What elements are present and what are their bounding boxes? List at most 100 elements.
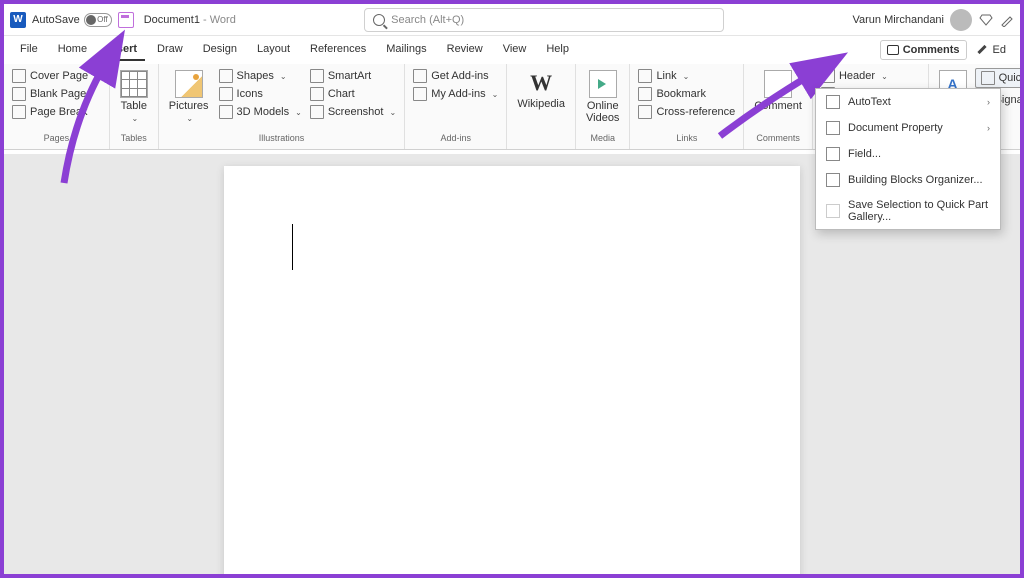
field-icon bbox=[826, 147, 840, 161]
tab-home[interactable]: Home bbox=[50, 39, 95, 61]
group-pages: Cover Page⌄ Blank Page Page Break Pages bbox=[4, 64, 110, 149]
tab-draw[interactable]: Draw bbox=[149, 39, 191, 61]
addins-icon bbox=[413, 87, 427, 101]
smartart-button[interactable]: SmartArt bbox=[308, 68, 398, 84]
document-page[interactable] bbox=[224, 166, 800, 574]
title-bar: W AutoSave Off Document1 - Word Search (… bbox=[4, 4, 1020, 36]
header-icon bbox=[821, 69, 835, 83]
building-blocks-organizer-item[interactable]: Building Blocks Organizer... bbox=[816, 167, 1000, 193]
editing-button[interactable]: Ed bbox=[971, 40, 1012, 60]
video-icon bbox=[589, 70, 617, 98]
group-media: Online Videos Media bbox=[576, 64, 630, 149]
tab-insert[interactable]: Insert bbox=[99, 39, 145, 61]
group-label: Comments bbox=[756, 133, 800, 145]
docprop-icon bbox=[826, 121, 840, 135]
save-icon[interactable] bbox=[118, 12, 134, 28]
document-property-item[interactable]: Document Property› bbox=[816, 115, 1000, 141]
store-icon bbox=[413, 69, 427, 83]
group-wikipedia: W Wikipedia bbox=[507, 64, 576, 149]
wikipedia-icon: W bbox=[530, 70, 552, 96]
tab-mailings[interactable]: Mailings bbox=[378, 39, 434, 61]
avatar-icon bbox=[950, 9, 972, 31]
link-icon bbox=[638, 69, 652, 83]
document-title[interactable]: Document1 - Word bbox=[144, 14, 236, 26]
page-icon bbox=[12, 87, 26, 101]
group-addins: Get Add-ins My Add-ins⌄ Add-ins bbox=[405, 64, 507, 149]
tab-file[interactable]: File bbox=[12, 39, 46, 61]
screenshot-icon bbox=[310, 105, 324, 119]
group-label: Tables bbox=[121, 133, 147, 145]
autotext-icon bbox=[826, 95, 840, 109]
comment-icon bbox=[764, 70, 792, 98]
search-placeholder: Search (Alt+Q) bbox=[391, 14, 464, 26]
group-illustrations: Pictures⌄ Shapes⌄ Icons 3D Models⌄ Smart… bbox=[159, 64, 405, 149]
diamond-icon[interactable] bbox=[978, 12, 994, 28]
search-icon bbox=[373, 14, 385, 26]
quick-parts-dropdown: AutoText› Document Property› Field... Bu… bbox=[815, 88, 1001, 230]
comment-icon bbox=[887, 45, 899, 55]
link-button[interactable]: Link⌄ bbox=[636, 68, 737, 84]
cross-reference-button[interactable]: Cross-reference bbox=[636, 104, 737, 120]
save-gallery-icon bbox=[826, 204, 840, 218]
pencil-icon bbox=[977, 44, 989, 56]
field-item[interactable]: Field... bbox=[816, 141, 1000, 167]
tab-view[interactable]: View bbox=[495, 39, 535, 61]
picture-icon bbox=[175, 70, 203, 98]
toggle-knob bbox=[86, 15, 96, 25]
group-comments: Comment Comments bbox=[744, 64, 813, 149]
toggle-state: Off bbox=[97, 15, 108, 24]
icons-button[interactable]: Icons bbox=[217, 86, 304, 102]
quick-parts-button[interactable]: Quick Parts⌄ bbox=[975, 68, 1024, 88]
models-icon bbox=[219, 105, 233, 119]
group-label: Add-ins bbox=[440, 133, 471, 145]
cover-page-button[interactable]: Cover Page⌄ bbox=[10, 68, 103, 84]
word-app-icon: W bbox=[10, 12, 26, 28]
3d-models-button[interactable]: 3D Models⌄ bbox=[217, 104, 304, 120]
chart-button[interactable]: Chart bbox=[308, 86, 398, 102]
group-label: Illustrations bbox=[259, 133, 305, 145]
bbo-icon bbox=[826, 173, 840, 187]
table-button[interactable]: Table⌄ bbox=[116, 68, 152, 127]
autotext-item[interactable]: AutoText› bbox=[816, 89, 1000, 115]
user-account[interactable]: Varun Mirchandani bbox=[852, 9, 972, 31]
shapes-button[interactable]: Shapes⌄ bbox=[217, 68, 304, 84]
autosave-toggle[interactable]: AutoSave Off bbox=[32, 13, 112, 27]
group-tables: Table⌄ Tables bbox=[110, 64, 159, 149]
ribbon-tabs: File Home Insert Draw Design Layout Refe… bbox=[4, 36, 1020, 64]
group-label: Links bbox=[676, 133, 697, 145]
wikipedia-button[interactable]: W Wikipedia bbox=[513, 68, 569, 112]
tab-review[interactable]: Review bbox=[439, 39, 491, 61]
username-label: Varun Mirchandani bbox=[852, 14, 944, 26]
chart-icon bbox=[310, 87, 324, 101]
search-input[interactable]: Search (Alt+Q) bbox=[364, 8, 724, 32]
tab-layout[interactable]: Layout bbox=[249, 39, 298, 61]
pictures-button[interactable]: Pictures⌄ bbox=[165, 68, 213, 127]
smartart-icon bbox=[310, 69, 324, 83]
online-videos-button[interactable]: Online Videos bbox=[582, 68, 623, 126]
comment-button[interactable]: Comment bbox=[750, 68, 806, 114]
crossref-icon bbox=[638, 105, 652, 119]
quickparts-icon bbox=[981, 71, 995, 85]
get-addins-button[interactable]: Get Add-ins bbox=[411, 68, 500, 84]
tab-references[interactable]: References bbox=[302, 39, 374, 61]
icons-icon bbox=[219, 87, 233, 101]
break-icon bbox=[12, 105, 26, 119]
bookmark-button[interactable]: Bookmark bbox=[636, 86, 737, 102]
pen-icon[interactable] bbox=[1000, 13, 1014, 27]
group-links: Link⌄ Bookmark Cross-reference Links bbox=[630, 64, 744, 149]
my-addins-button[interactable]: My Add-ins⌄ bbox=[411, 86, 500, 102]
page-break-button[interactable]: Page Break bbox=[10, 104, 103, 120]
text-cursor bbox=[292, 224, 293, 270]
page-icon bbox=[12, 69, 26, 83]
tab-help[interactable]: Help bbox=[538, 39, 577, 61]
tab-design[interactable]: Design bbox=[195, 39, 245, 61]
autosave-label: AutoSave bbox=[32, 14, 80, 26]
shapes-icon bbox=[219, 69, 233, 83]
blank-page-button[interactable]: Blank Page bbox=[10, 86, 103, 102]
table-icon bbox=[120, 70, 148, 98]
screenshot-button[interactable]: Screenshot⌄ bbox=[308, 104, 398, 120]
toggle-switch[interactable]: Off bbox=[84, 13, 112, 27]
group-label: Media bbox=[590, 133, 615, 145]
comments-button[interactable]: Comments bbox=[880, 40, 967, 60]
header-button[interactable]: Header⌄ bbox=[819, 68, 922, 84]
